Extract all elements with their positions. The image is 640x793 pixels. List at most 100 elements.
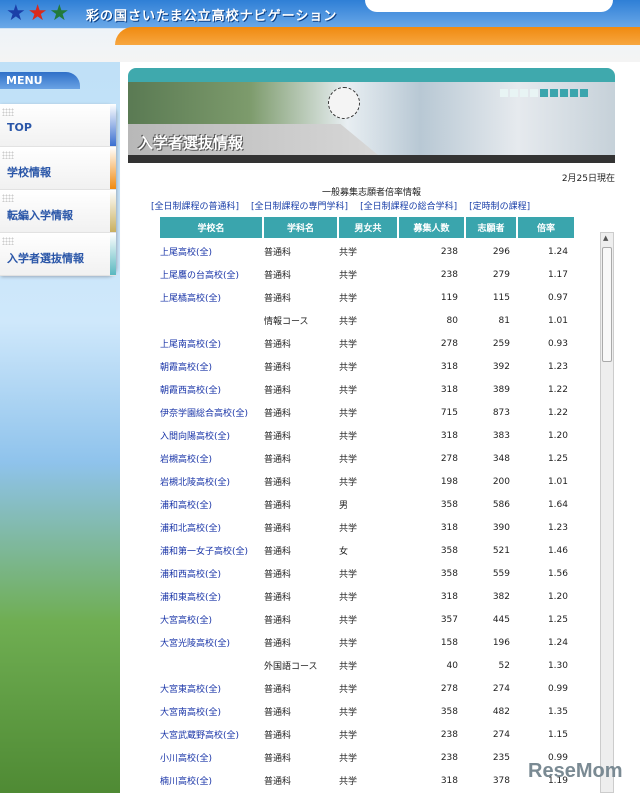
- department: 普通科: [264, 616, 292, 626]
- school-name[interactable]: 上尾橘高校(全): [160, 286, 262, 309]
- header-orange-band: [115, 27, 640, 45]
- applicants: 200: [492, 476, 510, 487]
- department: 普通科: [264, 685, 292, 695]
- link-fulltime-general[interactable]: [全日制課程の普通科]: [151, 199, 239, 212]
- table-row: 上尾高校(全) 普通科 共学 238 296 1.24: [160, 240, 574, 263]
- table-row: 外国語コース 共学 40 52 1.30: [160, 654, 574, 677]
- applicants: 383: [492, 430, 510, 441]
- col-department: 学科名: [264, 217, 337, 240]
- school-name[interactable]: 岩槻高校(全): [160, 447, 262, 470]
- applicants: 559: [492, 568, 510, 579]
- school-name[interactable]: 浦和北高校(全): [160, 516, 262, 539]
- table-row: 大宮高校(全) 普通科 共学 357 445 1.25: [160, 608, 574, 631]
- ratio: 1.22: [547, 407, 568, 418]
- gender: 共学: [339, 524, 358, 534]
- department: 普通科: [264, 386, 292, 396]
- school-name[interactable]: 上尾鷹の台高校(全): [160, 263, 262, 286]
- applicants: 279: [492, 269, 510, 280]
- school-name[interactable]: 上尾高校(全): [160, 240, 262, 263]
- gender: 共学: [339, 340, 358, 350]
- sidebar-item[interactable]: 転編入学情報: [0, 190, 116, 233]
- link-fulltime-specialized[interactable]: [全日制課程の専門学科]: [251, 199, 348, 212]
- school-name[interactable]: 大宮東高校(全): [160, 677, 262, 700]
- ratio: 1.23: [547, 361, 568, 372]
- side-menu: TOP 学校情報転編入学情報入学者選抜情報: [0, 104, 116, 276]
- department: 普通科: [264, 432, 292, 442]
- scrollbar-thumb[interactable]: [602, 247, 612, 362]
- table-row: 小川高校(全) 普通科 共学 238 235 0.99: [160, 746, 574, 769]
- sidebar-item[interactable]: TOP: [0, 104, 116, 147]
- ratio: 1.15: [547, 729, 568, 740]
- col-capacity: 募集人数: [399, 217, 464, 240]
- school-name[interactable]: 浦和西高校(全): [160, 562, 262, 585]
- school-name[interactable]: 入間向陽高校(全): [160, 424, 262, 447]
- school-name[interactable]: 伊奈学園総合高校(全): [160, 401, 262, 424]
- school-name[interactable]: 大宮南高校(全): [160, 700, 262, 723]
- department: 普通科: [264, 708, 292, 718]
- capacity: 357: [440, 614, 458, 625]
- table-row: 楠川高校(全) 普通科 共学 318 378 1.19: [160, 769, 574, 792]
- capacity: 158: [440, 637, 458, 648]
- site-title[interactable]: 彩の国さいたま公立高校ナビゲーション: [86, 5, 337, 24]
- watermark: ReseMom: [528, 760, 623, 782]
- school-name[interactable]: 朝霞高校(全): [160, 355, 262, 378]
- applicants: 348: [492, 453, 510, 464]
- gender: 共学: [339, 363, 358, 373]
- scrollbar[interactable]: ▲: [600, 232, 614, 793]
- school-name[interactable]: 上尾南高校(全): [160, 332, 262, 355]
- school-name[interactable]: 浦和第一女子高校(全): [160, 539, 262, 562]
- sidebar-item[interactable]: 学校情報: [0, 147, 116, 190]
- gender: 共学: [339, 777, 358, 787]
- department: 普通科: [264, 547, 292, 557]
- ratio: 1.35: [547, 706, 568, 717]
- ratio: 1.01: [547, 476, 568, 487]
- banner-square: [540, 89, 548, 97]
- school-name[interactable]: 小川高校(全): [160, 746, 262, 769]
- table-row: 浦和東高校(全) 普通科 共学 318 382 1.20: [160, 585, 574, 608]
- table-row: 朝霞高校(全) 普通科 共学 318 392 1.23: [160, 355, 574, 378]
- school-name[interactable]: 朝霞西高校(全): [160, 378, 262, 401]
- capacity: 80: [446, 315, 458, 326]
- clock-icon: [328, 87, 360, 119]
- sidebar-item-label: 転編入学情報: [7, 209, 73, 222]
- school-name[interactable]: 大宮光陵高校(全): [160, 631, 262, 654]
- table-row: 浦和高校(全) 普通科 男 358 586 1.64: [160, 493, 574, 516]
- capacity: 318: [440, 775, 458, 786]
- ratio: 0.97: [547, 292, 568, 303]
- school-name[interactable]: 大宮高校(全): [160, 608, 262, 631]
- applicants: 382: [492, 591, 510, 602]
- applicants: 390: [492, 522, 510, 533]
- link-parttime[interactable]: [定時制の課程]: [469, 199, 530, 212]
- green-star-icon: ★: [49, 1, 70, 26]
- gender: 共学: [339, 409, 358, 419]
- table-row: 上尾南高校(全) 普通科 共学 278 259 0.93: [160, 332, 574, 355]
- gender: 男: [339, 501, 349, 511]
- department: 普通科: [264, 294, 292, 304]
- sidebar-item[interactable]: 入学者選抜情報: [0, 233, 116, 276]
- school-name[interactable]: 岩槻北陵高校(全): [160, 470, 262, 493]
- ratio: 1.22: [547, 384, 568, 395]
- applicants: 296: [492, 246, 510, 257]
- applicants: 482: [492, 706, 510, 717]
- logo-stars-icon[interactable]: ★ ★ ★: [6, 3, 69, 25]
- dots-icon: [2, 108, 14, 116]
- header-box: [365, 0, 613, 12]
- table-row: 大宮光陵高校(全) 普通科 共学 158 196 1.24: [160, 631, 574, 654]
- school-name[interactable]: 楠川高校(全): [160, 769, 262, 792]
- banner-square: [550, 89, 558, 97]
- table-row: 情報コース 共学 80 81 1.01: [160, 309, 574, 332]
- table-row: 伊奈学園総合高校(全) 普通科 共学 715 873 1.22: [160, 401, 574, 424]
- scroll-up-icon[interactable]: ▲: [603, 234, 608, 242]
- dots-icon: [2, 237, 14, 245]
- school-name[interactable]: 浦和高校(全): [160, 493, 262, 516]
- banner-square: [580, 89, 588, 97]
- panel-top-bar: [128, 68, 615, 82]
- banner-square: [520, 89, 528, 97]
- applicants: 115: [492, 292, 510, 303]
- ratio: 1.64: [547, 499, 568, 510]
- school-name[interactable]: 大宮武蔵野高校(全): [160, 723, 262, 746]
- link-fulltime-comprehensive[interactable]: [全日制課程の総合学科]: [360, 199, 457, 212]
- applicants: 259: [492, 338, 510, 349]
- table-row: 大宮武蔵野高校(全) 普通科 共学 238 274 1.15: [160, 723, 574, 746]
- school-name[interactable]: 浦和東高校(全): [160, 585, 262, 608]
